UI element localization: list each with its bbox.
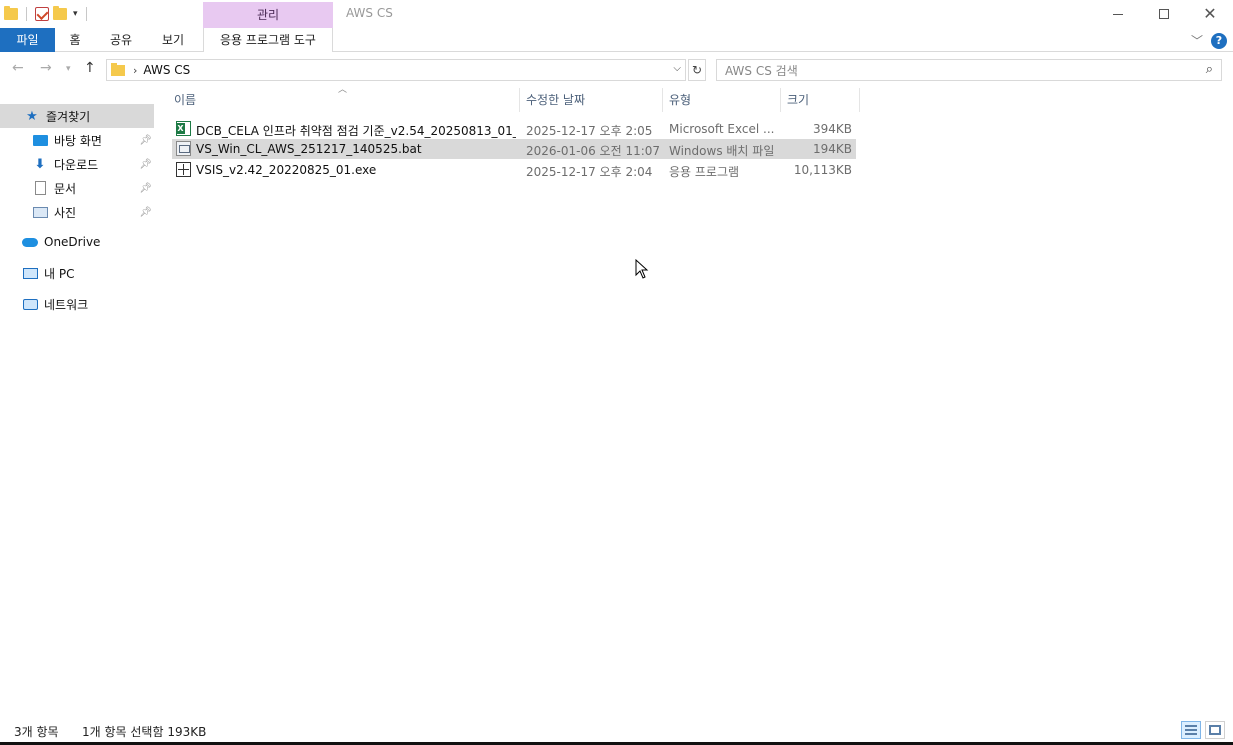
help-icon[interactable]: ? [1211, 32, 1227, 49]
file-name: VSIS_v2.42_20220825_01.exe [196, 163, 377, 177]
pin-icon[interactable]: 📌︎ [139, 183, 152, 194]
network-icon [22, 296, 38, 312]
minimize-icon [1113, 13, 1123, 15]
search-icon: ⌕ [1205, 62, 1213, 77]
file-type: Microsoft Excel ... [669, 122, 775, 136]
file-name: DCB_CELA 인프라 취약점 점검 기준_v2.54_20250813_01… [196, 124, 516, 138]
exe-file-icon [176, 162, 191, 177]
folder-icon [4, 6, 18, 20]
close-button[interactable]: ✕ [1187, 0, 1233, 28]
tab-file[interactable]: 파일 [0, 28, 55, 52]
up-arrow-icon[interactable]: ↑ [84, 60, 96, 76]
pin-icon[interactable]: 📌︎ [139, 159, 152, 170]
onedrive-icon [22, 234, 38, 250]
maximize-button[interactable] [1141, 0, 1187, 28]
window-title: AWS CS [346, 6, 393, 20]
sidebar-item-label: 네트워크 [44, 297, 89, 312]
recent-locations-chevron-icon[interactable]: ▾ [66, 64, 71, 74]
close-icon: ✕ [1203, 4, 1217, 23]
file-row-selected[interactable]: VS_Win_CL_AWS_251217_140525.bat 2026-01-… [172, 139, 856, 159]
sidebar-item-documents[interactable]: 문서 📌︎ [0, 176, 154, 200]
pictures-icon [32, 204, 48, 220]
sidebar-item-label: OneDrive [44, 235, 101, 249]
tab-share[interactable]: 공유 [103, 28, 139, 52]
maximize-icon [1159, 9, 1169, 19]
large-icons-view-button[interactable] [1205, 721, 1225, 739]
file-type: 응용 프로그램 [669, 165, 740, 179]
title-bar: ▾ 관리 AWS CS ✕ [0, 0, 1233, 28]
address-bar[interactable]: › AWS CS ⌵ [106, 59, 686, 81]
large-icons-view-icon [1209, 725, 1221, 735]
status-bar: 3개 항목 1개 항목 선택함 193KB [0, 718, 1233, 742]
back-arrow-icon[interactable]: ← [12, 60, 24, 76]
file-date: 2025-12-17 오후 2:05 [526, 124, 653, 138]
column-header-size[interactable]: 크기 [781, 88, 860, 112]
forward-arrow-icon[interactable]: → [40, 60, 52, 76]
file-date: 2025-12-17 오후 2:04 [526, 165, 653, 179]
file-row[interactable]: VSIS_v2.42_20220825_01.exe 2025-12-17 오후… [172, 160, 856, 180]
quick-access-toolbar: ▾ [4, 4, 91, 24]
sidebar-item-label: 사진 [54, 205, 77, 220]
sidebar-item-desktop[interactable]: 바탕 화면 📌︎ [0, 128, 154, 152]
search-input[interactable]: AWS CS 검색 ⌕ [716, 59, 1222, 81]
batch-file-icon [176, 141, 191, 156]
pin-icon[interactable]: 📌︎ [139, 207, 152, 218]
file-row[interactable]: DCB_CELA 인프라 취약점 점검 기준_v2.54_20250813_01… [172, 119, 856, 139]
star-icon: ★ [26, 108, 38, 124]
excel-file-icon [176, 121, 191, 136]
search-placeholder: AWS CS 검색 [725, 63, 798, 78]
desktop-icon [32, 132, 48, 148]
properties-icon[interactable] [35, 7, 49, 21]
column-header-type[interactable]: 유형 [663, 88, 781, 112]
sidebar-item-network[interactable]: 네트워크 [0, 292, 154, 316]
ribbon-tabs: 파일 홈 공유 보기 응용 프로그램 도구 ﹀ ? [0, 28, 1233, 52]
file-type: Windows 배치 파일 [669, 144, 775, 158]
sidebar-item-this-pc[interactable]: 내 PC [0, 261, 154, 285]
minimize-button[interactable] [1095, 0, 1141, 28]
folder-icon [111, 62, 125, 76]
download-icon: ⬇ [34, 156, 46, 172]
sidebar-item-pictures[interactable]: 사진 📌︎ [0, 200, 154, 224]
file-date: 2026-01-06 오전 11:07 [526, 144, 661, 158]
file-name: VS_Win_CL_AWS_251217_140525.bat [196, 142, 422, 156]
column-header-date[interactable]: 수정한 날짜 [520, 88, 663, 112]
toolbar-divider [26, 7, 27, 21]
file-size: 394KB [812, 122, 852, 136]
refresh-button[interactable]: ↻ [688, 59, 706, 81]
new-folder-icon[interactable] [53, 6, 67, 20]
sidebar-item-label: 내 PC [44, 266, 75, 281]
expand-ribbon-icon[interactable]: ﹀ [1191, 32, 1203, 49]
sidebar-item-label: 즐겨찾기 [46, 109, 91, 124]
tab-view[interactable]: 보기 [155, 28, 191, 52]
customize-toolbar-dropdown-icon[interactable]: ▾ [73, 9, 78, 19]
sidebar-item-label: 바탕 화면 [54, 133, 102, 148]
sidebar-item-label: 문서 [54, 181, 77, 196]
tab-application-tools[interactable]: 응용 프로그램 도구 [203, 28, 333, 52]
item-count: 3개 항목 [14, 725, 59, 739]
sidebar-item-quick-access[interactable]: ★ 즐겨찾기 [0, 104, 154, 128]
breadcrumb-separator-icon[interactable]: › [133, 64, 137, 77]
details-view-button[interactable] [1181, 721, 1201, 739]
this-pc-icon [22, 265, 38, 281]
toolbar-divider [85, 7, 87, 21]
navigation-pane: ★ 즐겨찾기 바탕 화면 📌︎ ⬇ 다운로드 📌︎ 문서 📌︎ 사진 📌︎ On… [0, 102, 160, 712]
tab-home[interactable]: 홈 [61, 28, 89, 52]
document-icon [32, 180, 48, 196]
sidebar-item-onedrive[interactable]: OneDrive [0, 230, 154, 254]
breadcrumb-aws-cs[interactable]: AWS CS [143, 63, 190, 77]
sidebar-item-downloads[interactable]: ⬇ 다운로드 📌︎ [0, 152, 154, 176]
navigation-bar: ← → ▾ ↑ › AWS CS ⌵ ↻ AWS CS 검색 ⌕ [0, 56, 1233, 84]
sidebar-item-label: 다운로드 [54, 157, 99, 172]
context-tab-header: 관리 [203, 2, 333, 28]
selection-info: 1개 항목 선택함 193KB [82, 725, 207, 739]
pin-icon[interactable]: 📌︎ [139, 135, 152, 146]
file-size: 10,113KB [793, 163, 852, 177]
file-size: 194KB [812, 142, 852, 156]
refresh-icon: ↻ [691, 63, 703, 77]
address-history-chevron-icon[interactable]: ⌵ [673, 63, 681, 74]
column-header-name[interactable]: 이름 [168, 88, 520, 112]
details-view-icon [1185, 725, 1197, 735]
